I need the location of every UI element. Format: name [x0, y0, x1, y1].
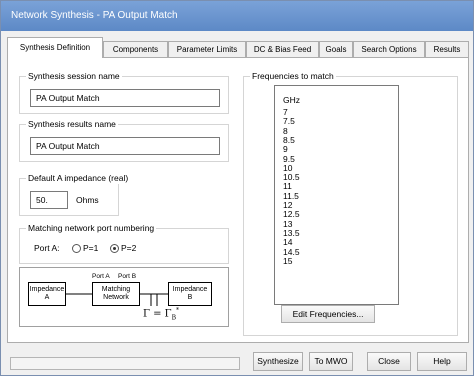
gamma-equation: Γ = ΓB*	[143, 307, 179, 321]
tab-synthesis-definition[interactable]: Synthesis Definition	[7, 37, 103, 58]
port-numbering-label: Matching network port numbering	[26, 222, 157, 234]
session-name-label: Synthesis session name	[26, 70, 122, 82]
frequencies-group: Frequencies to match GHz 7 7.5 8 8.5 9 9.5 10 1…	[243, 70, 458, 336]
tab-dc-bias-feed[interactable]: DC & Bias Feed	[246, 41, 319, 57]
impedance-input[interactable]: 50.	[30, 191, 68, 209]
diagram-connectors	[66, 293, 168, 306]
synthesis-window: Network Synthesis - PA Output Match Synt…	[0, 0, 474, 376]
frequency-unit-header: GHz	[283, 95, 300, 105]
session-name-group: Synthesis session name PA Output Match	[19, 70, 229, 114]
port-numbering-group: Matching network port numbering Port A: …	[19, 222, 229, 264]
title-bar: Network Synthesis - PA Output Match	[1, 1, 473, 31]
tab-components[interactable]: Components	[103, 41, 168, 57]
impedance-group: Default A impedance (real) 50. Ohms	[19, 172, 131, 216]
gamma-sup: *	[176, 307, 180, 314]
edit-frequencies-button[interactable]: Edit Frequencies...	[281, 305, 375, 323]
frequency-item[interactable]: 12.5	[283, 210, 300, 219]
matching-diagram: Impedance A Matching Network Impedance B…	[19, 267, 229, 327]
tab-parameter-limits[interactable]: Parameter Limits	[168, 41, 246, 57]
close-button[interactable]: Close	[367, 352, 411, 371]
status-bar	[10, 357, 240, 370]
gamma-sub: B	[171, 314, 177, 322]
radio-p1[interactable]	[72, 244, 81, 253]
frequencies-label: Frequencies to match	[250, 70, 336, 82]
radio-p2[interactable]	[110, 244, 119, 253]
results-name-label: Synthesis results name	[26, 118, 118, 130]
frequency-list[interactable]: GHz 7 7.5 8 8.5 9 9.5 10 10.5 11 11.5 12 12.5 13 13.5…	[274, 85, 399, 305]
frequency-item[interactable]: 9	[283, 145, 288, 154]
results-name-group: Synthesis results name PA Output Match	[19, 118, 229, 162]
tab-strip: Synthesis Definition Components Paramete…	[7, 37, 469, 58]
impedance-label: Default A impedance (real)	[26, 172, 131, 184]
impedance-unit: Ohms	[76, 195, 99, 205]
tab-goals[interactable]: Goals	[319, 41, 353, 57]
tab-search-options[interactable]: Search Options	[353, 41, 425, 57]
session-name-input[interactable]: PA Output Match	[30, 89, 220, 107]
radio-p2-label: P=2	[121, 243, 137, 253]
frequency-item[interactable]: 14	[283, 238, 292, 247]
port-a-label: Port A:	[34, 243, 60, 253]
results-name-input[interactable]: PA Output Match	[30, 137, 220, 155]
frequency-item[interactable]: 7.5	[283, 117, 295, 126]
frequency-item[interactable]: 15	[283, 256, 292, 266]
to-mwo-button[interactable]: To MWO	[309, 352, 353, 371]
synthesize-button[interactable]: Synthesize	[253, 352, 303, 371]
gamma-equation-text: Γ = Γ	[143, 308, 172, 320]
help-button[interactable]: Help	[417, 352, 467, 371]
tab-results[interactable]: Results	[425, 41, 469, 57]
window-title: Network Synthesis - PA Output Match	[11, 10, 178, 21]
radio-p1-label: P=1	[83, 243, 99, 253]
